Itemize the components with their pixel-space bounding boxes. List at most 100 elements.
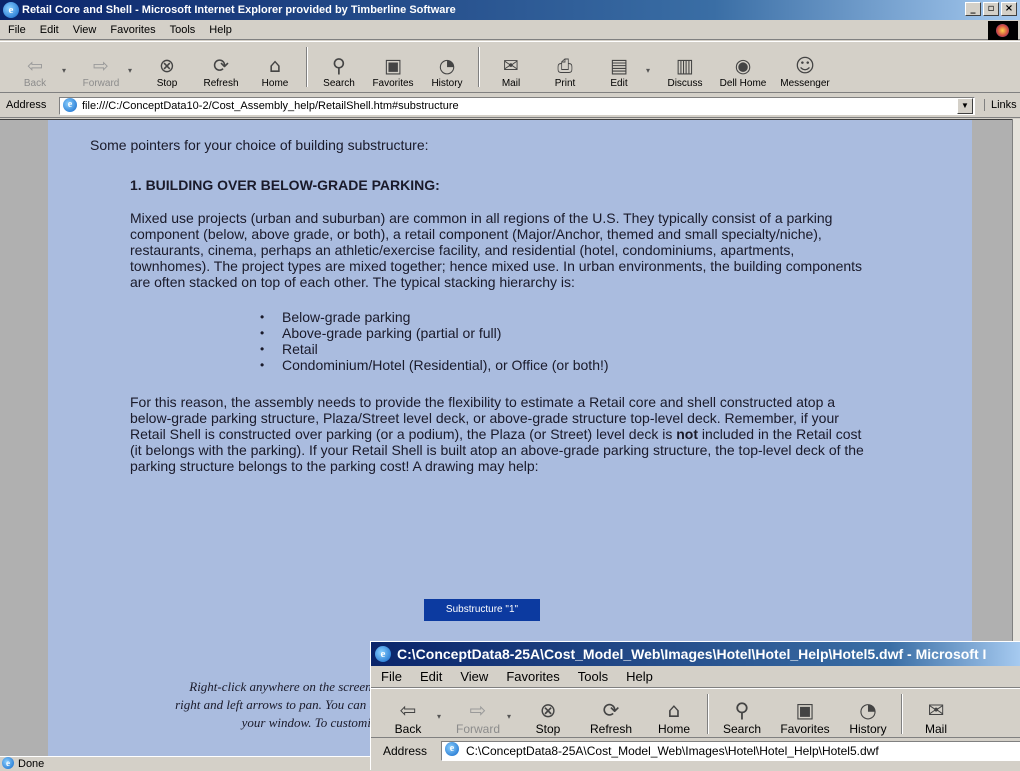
- home-icon: ⌂: [667, 698, 681, 722]
- popup-menu-favorites[interactable]: Favorites: [506, 666, 559, 687]
- address-bar: Address e file:///C:/ConceptData10-2/Cos…: [0, 94, 1020, 118]
- popup-stop-label: Stop: [535, 722, 561, 736]
- popup-home-label: Home: [657, 722, 690, 736]
- history-button[interactable]: ◔ History: [420, 42, 474, 92]
- address-label: Address: [6, 99, 47, 111]
- menu-help[interactable]: Help: [209, 21, 232, 39]
- popup-home-button[interactable]: ⌂ Home: [645, 689, 703, 739]
- note-line: your window. To customiz: [241, 715, 376, 730]
- close-button[interactable]: ×: [1001, 2, 1017, 16]
- mail-icon: ✉: [927, 698, 945, 722]
- back-dropdown-arrow[interactable]: ▾: [62, 42, 74, 92]
- popup-mail-button[interactable]: ✉ Mail: [907, 689, 965, 739]
- popup-favorites-button[interactable]: ▣ Favorites: [771, 689, 839, 739]
- mail-icon: ✉: [503, 55, 519, 77]
- popup-address-input[interactable]: e C:\ConceptData8-25A\Cost_Model_Web\Ima…: [441, 741, 1020, 761]
- popup-history-button[interactable]: ◔ History: [839, 689, 897, 739]
- menu-tools[interactable]: Tools: [170, 21, 196, 39]
- discuss-icon: ▥: [676, 55, 694, 77]
- mail-label: Mail: [501, 78, 521, 89]
- popup-menu-edit[interactable]: Edit: [420, 666, 442, 687]
- discuss-button[interactable]: ▥ Discuss: [658, 42, 712, 92]
- popup-forward-button[interactable]: ⇨ Forward: [449, 689, 507, 739]
- refresh-icon: ⟳: [213, 55, 229, 77]
- menu-favorites[interactable]: Favorites: [110, 21, 155, 39]
- intro-text: Some pointers for your choice of buildin…: [90, 137, 429, 153]
- popup-menu-view[interactable]: View: [460, 666, 488, 687]
- back-button[interactable]: ⇦ Back: [8, 42, 62, 92]
- window-title: Retail Core and Shell - Microsoft Intern…: [22, 4, 456, 16]
- popup-menu-file[interactable]: File: [381, 666, 402, 687]
- stop-icon: ⊗: [539, 698, 557, 722]
- left-margin: [0, 120, 48, 756]
- popup-menu-tools[interactable]: Tools: [578, 666, 608, 687]
- home-button[interactable]: ⌂ Home: [248, 42, 302, 92]
- forward-dropdown-arrow[interactable]: ▾: [128, 42, 140, 92]
- maximize-button[interactable]: ▫: [983, 2, 999, 16]
- search-icon: ⚲: [332, 55, 346, 77]
- popup-back-button[interactable]: ⇦ Back: [379, 689, 437, 739]
- popup-stop-button[interactable]: ⊗ Stop: [519, 689, 577, 739]
- edit-icon: ▤: [610, 55, 628, 77]
- forward-button[interactable]: ⇨ Forward: [74, 42, 128, 92]
- windows-logo-throbber: [988, 21, 1018, 40]
- popup-refresh-button[interactable]: ⟳ Refresh: [577, 689, 645, 739]
- back-label: Back: [23, 78, 47, 89]
- favorites-icon: ▣: [795, 698, 815, 722]
- refresh-icon: ⟳: [602, 698, 620, 722]
- popup-forward-label: Forward: [455, 722, 500, 736]
- popup-address-label: Address: [383, 744, 428, 758]
- dell-home-button[interactable]: ◉ Dell Home: [712, 42, 774, 92]
- home-label: Home: [261, 78, 289, 89]
- standard-toolbar: ⇦ Back ▾ ⇨ Forward ▾ ⊗ Stop ⟳ Refresh ⌂ …: [0, 41, 1020, 93]
- substructure-button[interactable]: Substructure "1": [424, 599, 540, 621]
- edit-dropdown-arrow[interactable]: ▾: [646, 42, 658, 92]
- section-heading: 1. BUILDING OVER BELOW-GRADE PARKING:: [130, 177, 440, 193]
- history-icon: ◔: [859, 698, 877, 722]
- popup-back-dropdown-arrow[interactable]: ▾: [437, 689, 449, 737]
- popup-forward-dropdown-arrow[interactable]: ▾: [507, 689, 519, 737]
- popup-search-button[interactable]: ⚲ Search: [713, 689, 771, 739]
- list-item: Retail: [260, 341, 960, 357]
- popup-menu-help[interactable]: Help: [626, 666, 653, 687]
- title-bar: e Retail Core and Shell - Microsoft Inte…: [0, 0, 1020, 20]
- menu-edit[interactable]: Edit: [40, 21, 59, 39]
- home-icon: ⌂: [268, 55, 282, 77]
- status-page-icon: e: [2, 757, 14, 769]
- messenger-button[interactable]: ☺ Messenger: [774, 42, 836, 92]
- menu-file[interactable]: File: [8, 21, 26, 39]
- refresh-button[interactable]: ⟳ Refresh: [194, 42, 248, 92]
- dell-home-icon: ◉: [734, 55, 752, 77]
- stop-button[interactable]: ⊗ Stop: [140, 42, 194, 92]
- stacking-hierarchy-list: Below-grade parking Above-grade parking …: [260, 309, 960, 373]
- search-button[interactable]: ⚲ Search: [312, 42, 366, 92]
- messenger-label: Messenger: [780, 78, 830, 89]
- popup-browser-window[interactable]: e C:\ConceptData8-25A\Cost_Model_Web\Ima…: [370, 641, 1020, 770]
- forward-label: Forward: [82, 78, 120, 89]
- popup-back-label: Back: [394, 722, 422, 736]
- links-toolbar[interactable]: Links: [984, 99, 1017, 111]
- minimize-button[interactable]: _: [965, 2, 981, 16]
- note-line: right and left arrows to pan. You can a: [175, 697, 376, 712]
- address-dropdown-button[interactable]: ▼: [957, 98, 973, 114]
- refresh-label: Refresh: [203, 78, 239, 89]
- toolbar-separator: [306, 47, 308, 87]
- forward-arrow-icon: ⇨: [469, 698, 487, 722]
- print-button[interactable]: ⎙ Print: [538, 42, 592, 92]
- edit-button[interactable]: ▤ Edit: [592, 42, 646, 92]
- popup-address-url: C:\ConceptData8-25A\Cost_Model_Web\Image…: [466, 744, 879, 758]
- back-arrow-icon: ⇦: [399, 698, 417, 722]
- menu-view[interactable]: View: [73, 21, 97, 39]
- favorites-label: Favorites: [372, 78, 414, 89]
- mail-button[interactable]: ✉ Mail: [484, 42, 538, 92]
- popup-history-label: History: [849, 722, 887, 736]
- popup-search-label: Search: [722, 722, 762, 736]
- popup-address-bar: Address e C:\ConceptData8-25A\Cost_Model…: [371, 738, 1020, 764]
- favorites-button[interactable]: ▣ Favorites: [366, 42, 420, 92]
- note-line: Right-click anywhere on the screen;: [189, 679, 376, 694]
- popup-title-bar: e C:\ConceptData8-25A\Cost_Model_Web\Ima…: [371, 642, 1020, 666]
- address-input[interactable]: e file:///C:/ConceptData10-2/Cost_Assemb…: [59, 97, 975, 115]
- page-icon: e: [63, 98, 77, 112]
- dell-home-label: Dell Home: [719, 78, 767, 89]
- popup-menu-bar: File Edit View Favorites Tools Help: [371, 666, 1020, 688]
